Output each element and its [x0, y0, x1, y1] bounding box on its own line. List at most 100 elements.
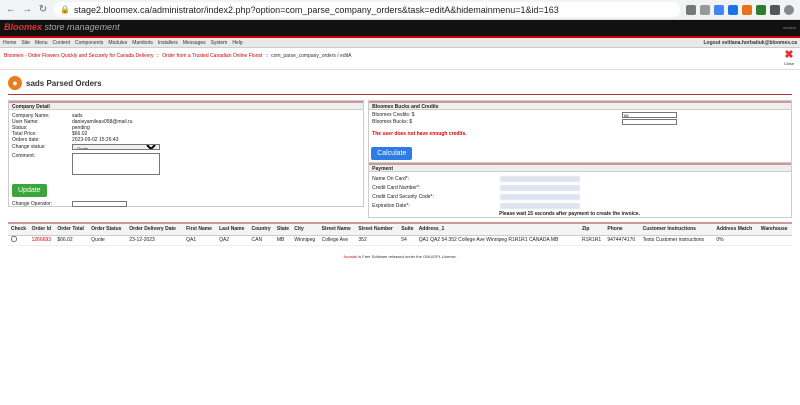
bookmark-star-icon[interactable] — [700, 4, 710, 15]
column-header-address-match: Address Match — [713, 222, 758, 236]
breadcrumb-current: com_parse_company_orders / editA — [271, 53, 352, 59]
order-id-link[interactable]: 1266693 — [28, 235, 55, 246]
menu-item-site[interactable]: Site — [21, 40, 30, 46]
puzzle-icon[interactable] — [770, 4, 780, 15]
share-icon[interactable] — [686, 4, 696, 15]
breadcrumb: Bloomex - Order Flowers Quickly and Secu… — [4, 53, 351, 59]
title-divider — [8, 94, 792, 95]
column-header-order-total: Order Total — [54, 222, 89, 236]
delivery-date: 23-12-2023 — [126, 235, 184, 246]
country: CAN — [248, 235, 274, 246]
column-header-street-name: Street Name — [318, 222, 356, 236]
extension-blue-icon[interactable] — [714, 4, 724, 15]
avatar[interactable] — [784, 4, 794, 15]
close-button[interactable]: ✖ Close — [782, 50, 796, 67]
phone: 9474474170 — [604, 235, 640, 246]
orders-table: Check Order Id Order Total Order Status Orde… — [8, 222, 792, 246]
card-exp-input[interactable] — [500, 202, 581, 209]
card-cvv-label: Credit Card Security Code*: — [372, 193, 434, 200]
card-name-input[interactable] — [500, 175, 581, 182]
column-header-order-delivery-date: Order Delivery Date — [126, 222, 184, 236]
row-checkbox[interactable] — [11, 236, 17, 242]
card-cvv-input[interactable] — [500, 193, 581, 200]
url-text: stage2.bloomex.ca/administrator/index2.p… — [73, 4, 559, 15]
breadcrumb-sep: :: — [156, 53, 160, 59]
change-operator-input[interactable] — [72, 201, 127, 207]
page-title-bar: ● sads Parsed Orders — [0, 70, 800, 94]
column-header-phone: Phone — [604, 222, 640, 236]
card-exp-label: Expiration Date*: — [372, 202, 410, 209]
change-status-select[interactable]: Quote — [72, 144, 160, 150]
close-label: Close — [783, 61, 795, 66]
column-header-warehouse: Warehouse — [757, 222, 792, 236]
change-operator-label: Change Operator: — [12, 201, 53, 207]
comment-textarea[interactable] — [72, 153, 160, 175]
suite: 54 — [398, 235, 416, 246]
column-header-country: Country — [248, 222, 274, 236]
calculate-button[interactable]: Calculate — [371, 147, 413, 160]
translate-icon[interactable] — [728, 4, 738, 15]
bucks-credits-title: Bloomex Bucks and Credits — [369, 101, 791, 110]
company-detail-panel: Company Detail Company Name: sads User Na… — [8, 100, 365, 207]
address: QA1 QA2 54 352 College Ave Winnipeg R1R1… — [415, 235, 579, 246]
lock-icon: 🔒 — [60, 5, 70, 14]
menu-item-mambots[interactable]: Mambots — [132, 40, 153, 46]
extension-orange-icon[interactable] — [742, 4, 752, 15]
menu-item-installers[interactable]: Installers — [158, 40, 178, 46]
breadcrumb-item-1[interactable]: Bloomex - Order Flowers Quickly and Secu… — [4, 53, 154, 59]
menu-item-messages[interactable]: Messages — [183, 40, 206, 46]
menu-item-components[interactable]: Components — [75, 40, 103, 46]
column-header-state: State — [273, 222, 292, 236]
page-toolbar: Bloomex - Order Flowers Quickly and Secu… — [0, 48, 800, 70]
payment-title: Payment — [369, 163, 791, 172]
download-icon[interactable] — [756, 4, 766, 15]
card-number-label: Credit Card Number*: — [372, 184, 421, 191]
bucks-input[interactable] — [622, 119, 678, 125]
address-bar[interactable]: 🔒 stage2.bloomex.ca/administrator/index2… — [54, 2, 680, 17]
menu-item-content[interactable]: Content — [52, 40, 70, 46]
version-label: version — [783, 25, 796, 30]
column-header-address-1: Address_1 — [415, 222, 579, 236]
address-match: 0% — [713, 235, 758, 246]
browser-toolbar: ← → ↻ 🔒 stage2.bloomex.ca/administrator/… — [0, 0, 800, 20]
column-header-order-status: Order Status — [88, 222, 127, 236]
table-row: 1266693 $66.02 Quote 23-12-2023 QA1 QA2 … — [8, 235, 792, 246]
orders-date-label: Orders date: — [12, 137, 40, 143]
orders-icon: ● — [8, 76, 22, 90]
column-header-street-number: Street Number — [355, 222, 399, 236]
back-icon[interactable]: ← — [6, 4, 16, 15]
card-name-label: Name On Card*: — [372, 175, 410, 182]
reload-icon[interactable]: ↻ — [38, 4, 48, 15]
breadcrumb-item-2[interactable]: Order from a Trusted Canadian Online Flo… — [162, 53, 262, 59]
brand-logo: Bloomex store management — [4, 22, 120, 32]
order-status: Quote — [88, 235, 127, 246]
bucks-credits-panel: Bloomex Bucks and Credits Bloomex Credit… — [368, 100, 792, 163]
menu-item-menu[interactable]: Menu — [35, 40, 48, 46]
comment-label: Comment: — [12, 153, 36, 159]
menu-item-home[interactable]: Home — [3, 40, 16, 46]
change-status-label: Change status: — [12, 144, 46, 150]
column-header-check: Check — [8, 222, 29, 236]
zip: R1R1R1 — [578, 235, 605, 246]
menu-item-system[interactable]: System — [211, 40, 228, 46]
forward-icon[interactable]: → — [22, 4, 32, 15]
card-number-input[interactable] — [500, 184, 581, 191]
update-button[interactable]: Update — [12, 184, 47, 197]
logout-link[interactable]: Logout svitlana.horbatiuk@bloomex.ca — [704, 40, 798, 46]
column-header-order-id: Order Id — [28, 222, 55, 236]
order-total: $66.02 — [54, 235, 89, 246]
menu-item-modules[interactable]: Modules — [108, 40, 127, 46]
credits-label: Bloomex Credits: $ — [372, 112, 415, 118]
extensions — [686, 4, 794, 15]
payment-note: Please wait 15 seconds after payment to … — [499, 210, 641, 217]
column-header-suite: Suite — [398, 222, 416, 236]
street-name: College Ave — [318, 235, 356, 246]
first-name: QA1 — [183, 235, 217, 246]
admin-header: Bloomex store management version — [0, 20, 800, 36]
orders-date-value: 2023-09-02 15:26:43 — [72, 137, 119, 143]
joomla-link[interactable]: Joomla! — [343, 254, 357, 259]
customer-instructions: Tests Customer instructions — [639, 235, 714, 246]
menu-item-help[interactable]: Help — [232, 40, 242, 46]
bucks-label: Bloomex Bucks: $ — [372, 119, 413, 125]
credits-input[interactable] — [622, 112, 678, 118]
